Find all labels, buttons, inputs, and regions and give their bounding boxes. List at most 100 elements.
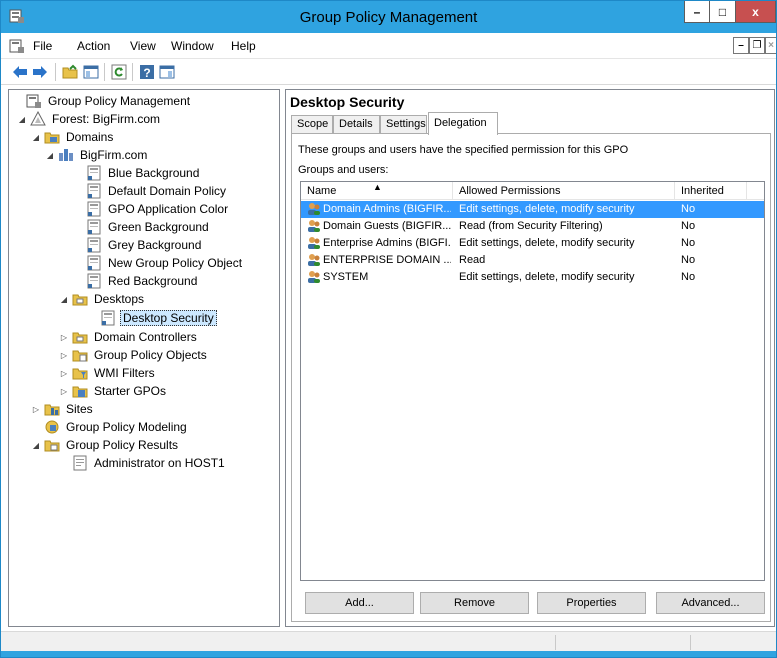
tree-item-label: Group Policy Objects xyxy=(94,348,207,362)
gpm-root-icon xyxy=(26,94,41,108)
tab-delegation[interactable]: Delegation xyxy=(428,112,498,135)
expand-icon[interactable]: ▷ xyxy=(59,333,69,342)
cell-permission: Read xyxy=(459,254,486,266)
tree-item[interactable]: Group Policy Management xyxy=(13,92,192,110)
column-header-permissions[interactable]: Allowed Permissions xyxy=(453,182,675,200)
column-header-inherited[interactable]: Inherited xyxy=(675,182,747,200)
tree-item[interactable]: Desktop Security xyxy=(87,309,217,327)
toolbar-separator xyxy=(104,63,105,81)
tree-item[interactable]: ▷ WMI Filters xyxy=(59,364,157,382)
list-row[interactable]: Domain Admins (BIGFIR... Edit settings, d… xyxy=(301,201,764,218)
gpo-link-icon xyxy=(87,183,101,199)
system-menu-icon[interactable] xyxy=(9,38,25,54)
show-hide-tree-icon[interactable] xyxy=(82,63,100,81)
ou-folder-icon xyxy=(72,332,88,344)
minimize-button[interactable]: – xyxy=(684,1,710,23)
cell-name: ENTERPRISE DOMAIN ... xyxy=(323,254,451,266)
tree-item[interactable]: ◢ Desktops xyxy=(59,290,146,308)
window-title: Group Policy Management xyxy=(299,9,478,26)
ou-folder-icon xyxy=(72,294,88,306)
gpo-link-icon xyxy=(87,255,101,271)
expand-icon[interactable]: ▷ xyxy=(59,351,69,360)
collapse-icon[interactable]: ◢ xyxy=(59,295,69,304)
svg-text:?: ? xyxy=(143,66,150,80)
cell-name: Enterprise Admins (BIGFI... xyxy=(323,237,451,249)
toolbar-separator xyxy=(55,63,56,81)
menu-window[interactable]: Window xyxy=(171,39,214,53)
tree-item[interactable]: ◢ Group Policy Results xyxy=(31,436,180,454)
menu-view[interactable]: View xyxy=(130,39,156,53)
tree-item[interactable]: ▷ Sites xyxy=(31,400,95,418)
status-pane-divider xyxy=(555,635,556,650)
tree-item[interactable]: Group Policy Modeling xyxy=(31,418,189,436)
tree-item[interactable]: ◢ Domains xyxy=(31,128,115,146)
maximize-button[interactable]: □ xyxy=(710,1,736,23)
properties-button[interactable]: Properties xyxy=(537,592,646,614)
mdi-minimize-button[interactable]: – xyxy=(733,37,749,54)
forest-icon xyxy=(30,111,46,126)
list-row[interactable]: Domain Guests (BIGFIR... Read (from Secur… xyxy=(301,218,764,235)
collapse-icon[interactable]: ◢ xyxy=(45,151,55,160)
tree-item[interactable]: ▷ Starter GPOs xyxy=(59,382,168,400)
forward-arrow-icon[interactable] xyxy=(31,63,49,81)
menu-file[interactable]: File xyxy=(33,39,52,53)
column-header-name[interactable]: Name ▲ xyxy=(301,182,453,200)
folder-up-icon[interactable] xyxy=(61,63,79,81)
help-icon[interactable]: ? xyxy=(138,63,156,81)
tree-item[interactable]: Blue Background xyxy=(73,164,201,182)
cell-name: Domain Guests (BIGFIR... xyxy=(323,220,451,232)
tree-item[interactable]: Green Background xyxy=(73,218,211,236)
tree-item-label: Starter GPOs xyxy=(94,384,167,398)
menu-help[interactable]: Help xyxy=(231,39,256,53)
permissions-list[interactable]: Name ▲ Allowed Permissions Inherited Dom… xyxy=(300,181,765,581)
list-row[interactable]: ENTERPRISE DOMAIN ... Read No xyxy=(301,252,764,269)
gpo-link-icon xyxy=(87,201,101,217)
remove-button[interactable]: Remove xyxy=(420,592,529,614)
console-tree[interactable]: Group Policy Management ◢ Forest: BigFirm.… xyxy=(8,89,280,627)
tree-item[interactable]: ▷ Group Policy Objects xyxy=(59,346,209,364)
tree-item[interactable]: ▷ Domain Controllers xyxy=(59,328,199,346)
tree-item[interactable]: ◢ BigFirm.com xyxy=(45,146,149,164)
tree-item-label: Administrator on HOST1 xyxy=(94,456,225,470)
menu-action[interactable]: Action xyxy=(77,39,110,53)
tree-item-label: Forest: BigFirm.com xyxy=(52,112,161,126)
gpo-link-icon xyxy=(101,310,115,326)
domain-icon xyxy=(59,149,73,161)
tree-item-label: New Group Policy Object xyxy=(108,256,243,270)
tree-item[interactable]: ◢ Forest: BigFirm.com xyxy=(17,110,162,128)
console-view-icon[interactable] xyxy=(158,63,176,81)
expand-icon[interactable]: ▷ xyxy=(31,405,41,414)
expand-icon[interactable]: ▷ xyxy=(59,387,69,396)
window-bottom-border xyxy=(1,651,776,657)
back-arrow-icon[interactable] xyxy=(11,63,29,81)
tree-item[interactable]: GPO Application Color xyxy=(73,200,230,218)
advanced-button[interactable]: Advanced... xyxy=(656,592,765,614)
tab-scope[interactable]: Scope xyxy=(291,115,333,134)
toolbar-separator xyxy=(132,63,133,81)
tree-item-label: GPO Application Color xyxy=(108,202,229,216)
collapse-icon[interactable]: ◢ xyxy=(17,115,27,124)
tree-item-label: Grey Background xyxy=(108,238,202,252)
tree-item[interactable]: Grey Background xyxy=(73,236,203,254)
list-row[interactable]: Enterprise Admins (BIGFI... Edit settings… xyxy=(301,235,764,252)
tree-item[interactable]: New Group Policy Object xyxy=(73,254,244,272)
tab-details[interactable]: Details xyxy=(333,115,380,134)
mdi-close-button[interactable]: × xyxy=(765,37,776,54)
tree-item-label: Domains xyxy=(66,130,114,144)
close-button[interactable]: x xyxy=(736,1,776,23)
tree-item[interactable]: Administrator on HOST1 xyxy=(59,454,227,472)
tree-item-label: Blue Background xyxy=(108,166,200,180)
wmi-filters-icon xyxy=(72,368,88,380)
mdi-restore-button[interactable]: ❐ xyxy=(749,37,765,54)
add-button[interactable]: Add... xyxy=(305,592,414,614)
list-row[interactable]: SYSTEM Edit settings, delete, modify secu… xyxy=(301,269,764,286)
title-bar[interactable]: Group Policy Management – □ x xyxy=(1,1,776,33)
toolbar: ? xyxy=(1,59,776,85)
refresh-icon[interactable] xyxy=(110,63,128,81)
expand-icon[interactable]: ▷ xyxy=(59,369,69,378)
tree-item[interactable]: Default Domain Policy xyxy=(73,182,228,200)
collapse-icon[interactable]: ◢ xyxy=(31,133,41,142)
tab-settings[interactable]: Settings xyxy=(380,115,427,134)
collapse-icon[interactable]: ◢ xyxy=(31,441,41,450)
tree-item[interactable]: Red Background xyxy=(73,272,199,290)
